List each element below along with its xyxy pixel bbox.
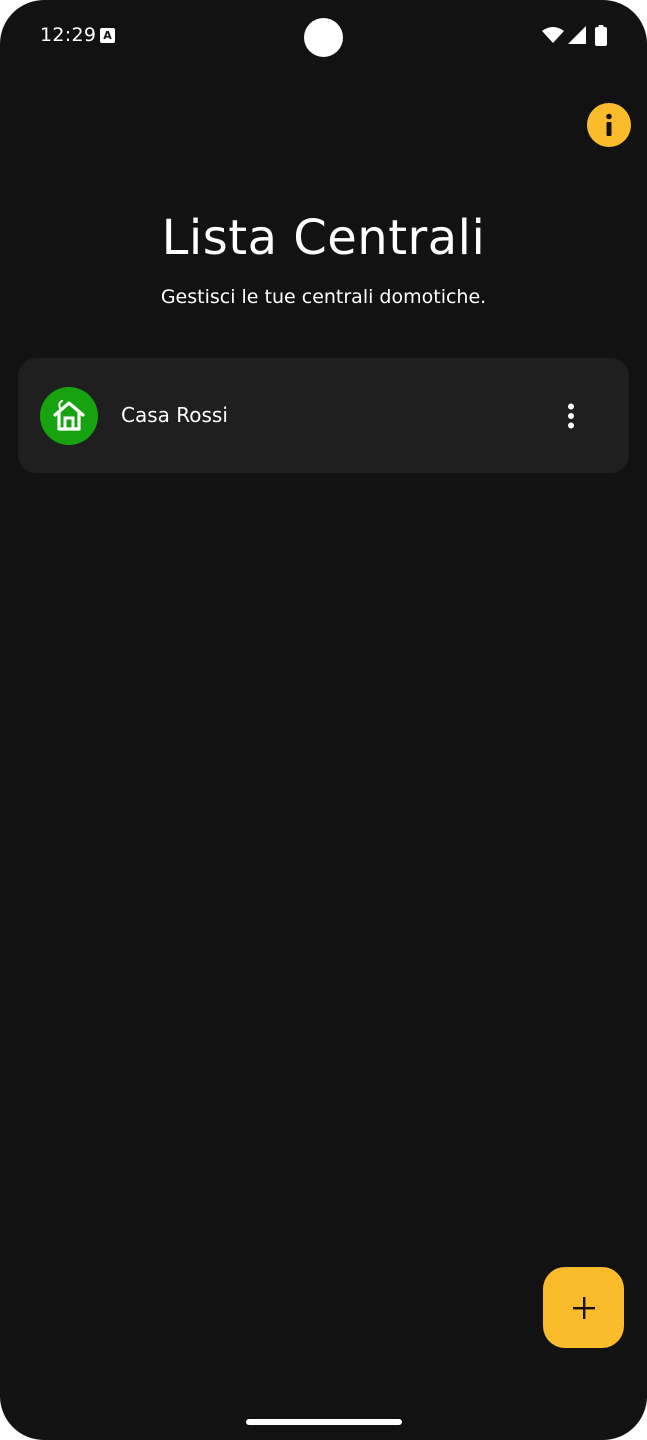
text-a-icon: A: [100, 28, 115, 43]
plus-icon: [572, 1296, 595, 1319]
app-screen: 12:29 A Lista Centrali Gestisci le tue c…: [0, 0, 647, 1440]
more-vert-icon: [568, 403, 574, 429]
page-title: Lista Centrali: [161, 210, 486, 266]
central-list-item[interactable]: Casa Rossi: [18, 358, 629, 473]
info-icon: [606, 113, 612, 136]
battery-icon: [595, 25, 607, 46]
signal-icon: [568, 26, 586, 44]
item-menu-button[interactable]: [556, 398, 586, 434]
page-subtitle: Gestisci le tue centrali domotiche.: [160, 286, 487, 308]
wifi-icon: [542, 27, 564, 43]
home-icon: [53, 400, 85, 431]
central-name: Casa Rossi: [121, 403, 228, 427]
camera-cutout: [304, 18, 343, 57]
gesture-bar[interactable]: [246, 1419, 402, 1425]
status-bar: 12:29 A: [0, 0, 647, 72]
central-avatar: [40, 387, 98, 445]
add-central-button[interactable]: [543, 1267, 624, 1348]
info-button[interactable]: [587, 103, 631, 147]
status-time: 12:29: [40, 24, 97, 46]
